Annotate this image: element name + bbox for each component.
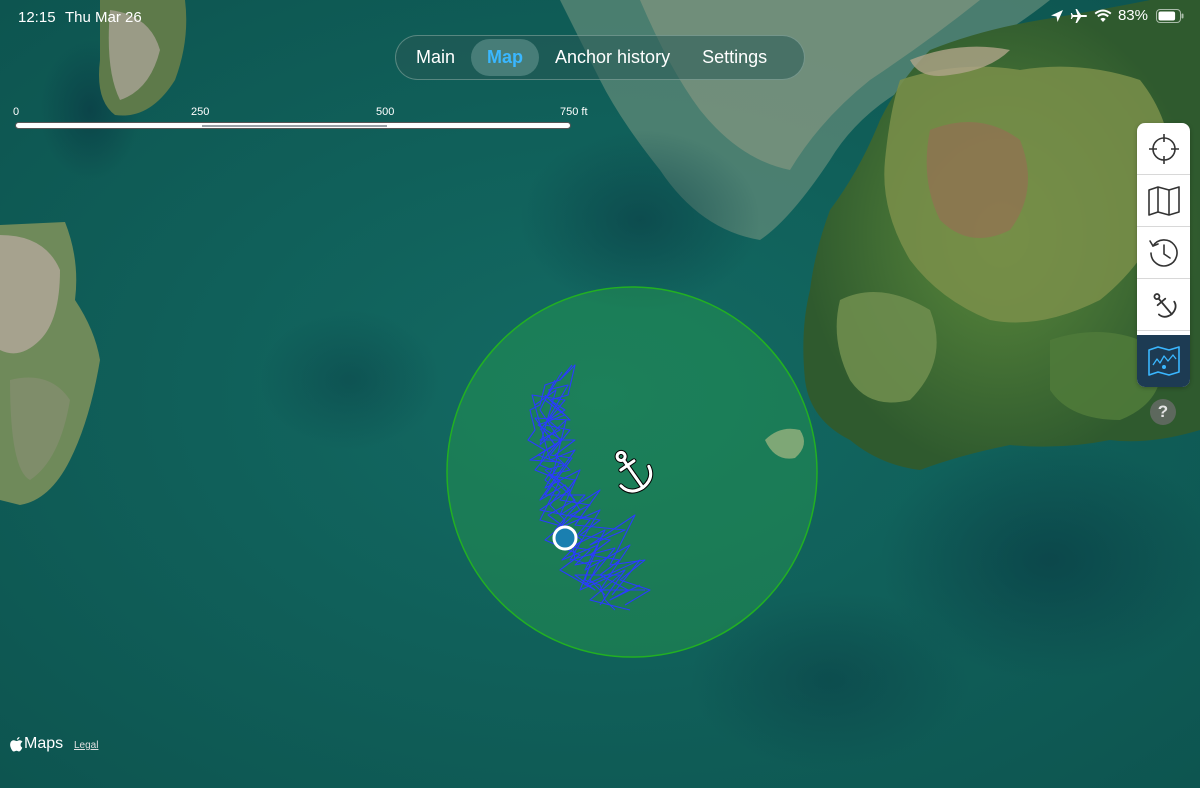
apple-maps-logo: Maps [10, 735, 63, 753]
scale-label-500: 500 [376, 106, 395, 118]
battery-percent: 83% [1117, 7, 1148, 24]
tab-map[interactable]: Map [471, 39, 540, 76]
view-tabs: Main Map Anchor history Settings [395, 35, 805, 80]
apple-logo-icon [10, 736, 23, 751]
recenter-button[interactable] [1137, 123, 1190, 175]
help-button[interactable]: ? [1150, 399, 1176, 425]
scale-label-250: 250 [191, 106, 210, 118]
map-scale: 0 250 500 750 ft [13, 106, 595, 136]
status-bar: 12:15 Thu Mar 26 83% [0, 0, 1200, 34]
map-toolbar [1137, 123, 1190, 387]
status-time: 12:15 [18, 9, 56, 26]
track-map-icon [1147, 346, 1180, 376]
scale-label-0: 0 [13, 106, 20, 118]
battery-icon [1156, 8, 1184, 23]
anchor-button[interactable] [1137, 279, 1190, 331]
scale-bar-segment [202, 125, 387, 127]
track-overlay-button[interactable] [1137, 335, 1190, 387]
tab-settings[interactable]: Settings [686, 39, 783, 76]
anchor-icon [1153, 292, 1177, 318]
crosshair-icon [1148, 133, 1179, 164]
legal-link[interactable]: Legal [74, 740, 98, 751]
tab-anchor-history[interactable]: Anchor history [539, 39, 686, 76]
scale-bar [15, 122, 571, 129]
tab-main[interactable]: Main [400, 39, 471, 76]
history-button[interactable] [1137, 227, 1190, 279]
location-arrow-icon [1050, 9, 1063, 22]
scale-label-750: 750 ft [560, 106, 588, 118]
status-indicators: 83% [1050, 7, 1184, 24]
boat-position-marker [552, 525, 578, 551]
map-icon [1147, 185, 1180, 216]
maps-label: Maps [24, 735, 64, 752]
map-type-button[interactable] [1137, 175, 1190, 227]
status-date: Thu Mar 26 [65, 9, 142, 26]
airplane-icon [1070, 8, 1087, 23]
history-clock-icon [1148, 238, 1178, 267]
wifi-icon [1094, 9, 1112, 22]
app-screen: 12:15 Thu Mar 26 83% Main Map Anchor his… [0, 0, 1200, 788]
